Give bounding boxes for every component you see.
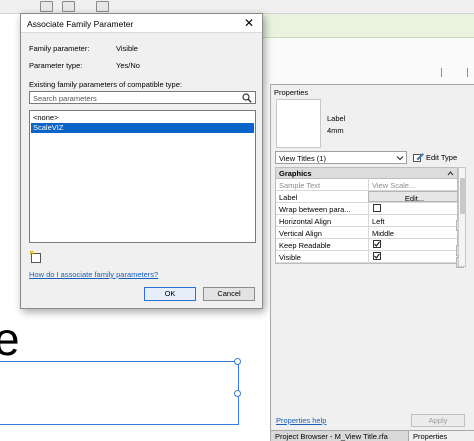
property-row-wrap[interactable]: Wrap between para... [276, 203, 457, 215]
property-value: View Scale... [368, 179, 458, 190]
parameter-type-value: Yes/No [116, 61, 140, 70]
family-parameter-value: Visible [116, 44, 138, 53]
property-row-sample-text[interactable]: Sample Text View Scale... [276, 179, 457, 191]
grip-handle[interactable] [234, 390, 241, 397]
wrap-checkbox[interactable] [373, 204, 381, 212]
new-parameter-icon[interactable] [29, 250, 43, 264]
property-name: Wrap between para... [279, 205, 351, 214]
tab-project-browser[interactable]: Project Browser - M_View Title.rfa [271, 431, 407, 441]
property-row-vertical-align[interactable]: Vertical Align Middle [276, 227, 457, 239]
chevron-up-icon[interactable] [447, 170, 454, 177]
type-selector[interactable]: View Titles (1) [275, 151, 407, 164]
property-name: Keep Readable [279, 241, 331, 250]
property-name: Label [279, 193, 298, 202]
label-element-box[interactable] [0, 361, 239, 425]
property-value-cell [368, 251, 458, 262]
property-value-cell [368, 239, 458, 250]
properties-scrollbar[interactable] [458, 167, 466, 267]
help-link[interactable]: How do I associate family parameters? [29, 270, 158, 279]
scrollbar-thumb[interactable] [460, 178, 465, 214]
existing-parameters-label: Existing family parameters of compatible… [29, 80, 182, 89]
property-name: Visible [279, 253, 301, 262]
search-icon[interactable] [242, 93, 252, 103]
type-selector-value: View Titles (1) [279, 154, 326, 163]
close-icon[interactable]: ✕ [242, 16, 256, 30]
property-row-keep-readable[interactable]: Keep Readable [276, 239, 457, 251]
chevron-down-icon[interactable] [396, 154, 404, 162]
grip-handle[interactable] [234, 358, 241, 365]
property-row-label[interactable]: Label Edit... [276, 191, 458, 203]
dialog-title: Associate Family Parameter [27, 19, 134, 29]
property-name: Sample Text [279, 181, 321, 190]
type-family: Label [327, 114, 346, 123]
property-name: Horizontal Align [279, 217, 332, 226]
properties-panel: Properties Label 4mm View Titles (1) Edi… [270, 84, 474, 441]
parameter-type-label: Parameter type: [29, 61, 83, 70]
keep-readable-checkbox[interactable] [373, 240, 381, 248]
checkmark-icon [374, 253, 380, 259]
visible-checkbox[interactable] [373, 252, 381, 260]
associate-family-parameter-dialog: Associate Family Parameter ✕ Family para… [20, 13, 263, 309]
section-header-graphics[interactable]: Graphics [276, 168, 457, 179]
cancel-button[interactable]: Cancel [203, 287, 255, 301]
edit-type-label: Edit Type [426, 153, 458, 162]
label-edit-button[interactable]: Edit... [368, 191, 458, 202]
canvas-text: e [0, 313, 20, 365]
property-row-horizontal-align[interactable]: Horizontal Align Left [276, 215, 457, 227]
dialog-title-bar: Associate Family Parameter ✕ [21, 14, 262, 33]
edit-type-button[interactable]: Edit Type [411, 151, 471, 164]
ruler-tick [441, 68, 442, 77]
bottom-tabs: Project Browser - M_View Title.rfa Prope… [271, 430, 474, 441]
ribbon-tool-icon[interactable] [62, 1, 75, 12]
type-preview-image [276, 99, 321, 148]
apply-button[interactable]: Apply [411, 414, 465, 427]
search-placeholder: Search parameters [33, 94, 97, 103]
tab-properties[interactable]: Properties [408, 431, 474, 441]
search-input[interactable]: Search parameters [29, 91, 256, 104]
type-name: 4mm [327, 126, 344, 135]
property-row-visible[interactable]: Visible [276, 251, 457, 263]
parameter-list: <none> ScaleVIZ [29, 110, 256, 243]
ribbon-tool-icon[interactable] [96, 1, 109, 12]
checkmark-icon [374, 241, 380, 247]
property-name: Vertical Align [279, 229, 322, 238]
properties-grid: Graphics Sample Text View Scale... Label… [275, 167, 458, 264]
list-item-selected[interactable]: ScaleVIZ [31, 123, 254, 133]
edit-type-icon [413, 153, 424, 162]
view-canvas-header [262, 38, 474, 84]
ok-button[interactable]: OK [144, 287, 196, 301]
ribbon-tool-icon[interactable] [40, 1, 53, 12]
properties-help-link[interactable]: Properties help [276, 416, 326, 425]
list-item[interactable]: <none> [31, 113, 254, 123]
property-value[interactable]: Middle [368, 227, 458, 238]
property-value-cell [368, 203, 458, 214]
section-header-label: Graphics [279, 169, 312, 178]
ribbon-strip [0, 0, 474, 14]
property-value[interactable]: Left [368, 215, 458, 226]
ruler-tick [467, 68, 468, 77]
family-parameter-label: Family parameter: [29, 44, 90, 53]
ribbon-context-strip [262, 14, 474, 38]
properties-title: Properties [274, 88, 309, 97]
